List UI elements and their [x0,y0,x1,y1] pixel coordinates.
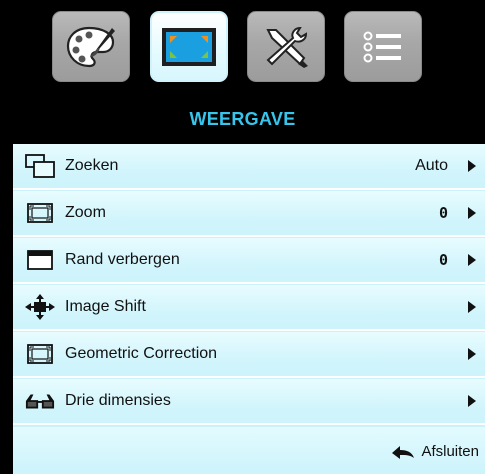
menu-item-label: Zoeken [65,157,119,174]
menu-item-label: Geometric Correction [65,345,218,362]
exit-label: Afsluiten [421,443,479,460]
tab-setup[interactable] [247,11,325,82]
menu-list: Zoeken Auto Zoom 0 Rand verbergen 0 Imag… [13,144,485,474]
geometric-frame-icon [25,342,55,366]
3d-glasses-icon [25,389,55,413]
tools-icon [266,26,308,68]
menu-footer: Afsluiten [13,427,485,474]
exit-button[interactable]: Afsluiten [392,443,479,460]
chevron-right-icon [468,160,476,172]
zoom-frame-icon [25,201,55,225]
palette-icon [66,26,115,67]
chevron-right-icon [468,395,476,407]
list-options-icon [363,31,401,62]
tab-options[interactable] [344,11,422,82]
tab-display[interactable] [150,11,228,82]
menu-item-geometric-correction[interactable]: Geometric Correction [13,332,485,378]
tab-bar [0,0,485,95]
menu-item-rand-verbergen[interactable]: Rand verbergen 0 [13,238,485,284]
move-arrows-icon [25,294,55,320]
menu-item-label: Drie dimensies [65,392,171,409]
menu-header: WEERGAVE [0,95,485,144]
edge-mask-icon [25,248,55,272]
display-frame-icon [162,27,216,66]
chevron-right-icon [468,254,476,266]
menu-item-image-shift[interactable]: Image Shift [13,285,485,331]
osd-menu: WEERGAVE Zoeken Auto Zoom 0 Rand verberg… [0,0,485,474]
menu-item-zoom[interactable]: Zoom 0 [13,191,485,237]
menu-item-label: Rand verbergen [65,251,180,268]
menu-item-drie-dimensies[interactable]: Drie dimensies [13,379,485,425]
aspect-ratio-icon [25,154,55,178]
menu-item-label: Zoom [65,204,106,221]
menu-item-value: 0 [438,251,448,269]
menu-item-label: Image Shift [65,298,146,315]
chevron-right-icon [468,348,476,360]
menu-item-value: Auto [415,157,448,174]
chevron-right-icon [468,301,476,313]
menu-item-value: 0 [438,204,448,222]
tab-image[interactable] [52,11,130,82]
page-title: WEERGAVE [189,109,296,129]
return-arrow-icon [392,445,415,459]
chevron-right-icon [468,207,476,219]
menu-item-zoeken[interactable]: Zoeken Auto [13,144,485,190]
